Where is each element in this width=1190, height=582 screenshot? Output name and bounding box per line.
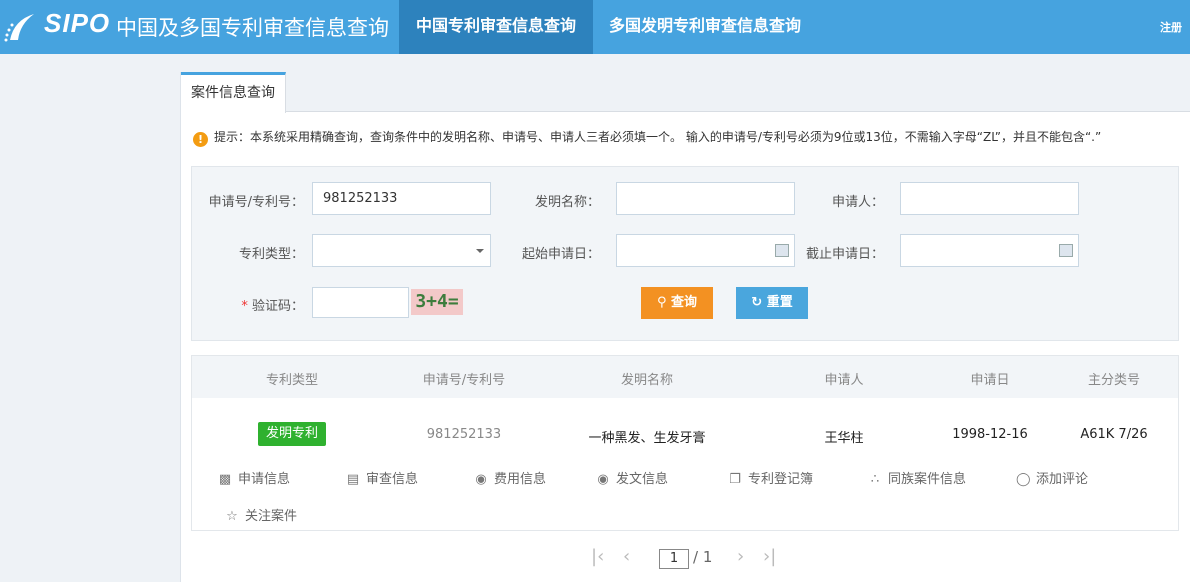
calendar-icon[interactable] [1059, 244, 1073, 257]
top-header: SIPO 中国及多国专利审查信息查询 中国专利审查信息查询 多国发明专利审查信息… [0, 0, 1190, 54]
title-input[interactable] [616, 182, 795, 215]
refresh-icon: ↻ [751, 295, 763, 310]
brand-name: SIPO [44, 8, 111, 38]
end-date-input[interactable] [900, 234, 1079, 267]
pagination: |‹ ‹ 1 / 1 › ›| [181, 534, 1190, 582]
document-icon: ▤ [346, 472, 360, 487]
action-follow-case[interactable]: ☆ 关注案件 [225, 505, 297, 524]
comment-icon: ◯ [1016, 472, 1031, 487]
type-label: 专利类型： [238, 247, 304, 262]
search-icon: ⚲ [656, 295, 667, 310]
start-date-input[interactable] [616, 234, 795, 267]
share-icon: ∴ [870, 472, 880, 487]
tab-case-query[interactable]: 案件信息查询 [181, 72, 286, 113]
column-header: 专利类型 [265, 373, 318, 388]
applicant-input[interactable] [900, 182, 1079, 215]
nav-tab-multi-country[interactable]: 多国发明专利审查信息查询 [593, 0, 817, 54]
copy-icon: ❐ [729, 472, 741, 487]
action-application-info[interactable]: ▩ 申请信息 [218, 468, 290, 487]
register-link[interactable]: 注册 [1160, 19, 1182, 35]
column-header: 发明名称 [620, 373, 673, 388]
reset-button-label: 重置 [766, 295, 793, 310]
last-page-icon[interactable]: ›| [763, 546, 776, 567]
next-page-icon[interactable]: › [737, 546, 744, 567]
app-no-label: 申请号/专利号： [208, 195, 304, 210]
nav-tab-china[interactable]: 中国专利审查信息查询 [399, 0, 593, 54]
tip-text: 提示：本系统采用精确查询，查询条件中的发明名称、申请号、申请人三者必须填一个。 … [214, 130, 1102, 144]
action-notice-info[interactable]: ◉ 发文信息 [596, 468, 668, 487]
prev-page-icon[interactable]: ‹ [623, 546, 630, 567]
calendar-icon[interactable] [775, 244, 789, 257]
database-icon: ◉ [597, 472, 609, 487]
site-title: 中国及多国专利审查信息查询 [116, 16, 389, 40]
action-register[interactable]: ❐ 专利登记簿 [728, 468, 813, 487]
search-button[interactable]: ⚲ 查询 [641, 287, 713, 319]
column-header: 主分类号 [1087, 373, 1140, 388]
captcha-image[interactable]: 3+4= [411, 289, 463, 315]
type-select[interactable] [312, 234, 491, 267]
cell-app-no[interactable]: 981252133 [404, 427, 524, 442]
tip-line: ! 提示：本系统采用精确查询，查询条件中的发明名称、申请号、申请人三者必须填一个。… [193, 128, 1101, 147]
first-page-icon[interactable]: |‹ [591, 546, 604, 567]
search-form: 申请号/专利号： 981252133 发明名称： 申请人： 专利类型： 起始申请… [191, 166, 1179, 341]
app-no-input[interactable]: 981252133 [312, 182, 491, 215]
column-header: 申请人 [824, 373, 864, 388]
patent-type-badge: 发明专利 [258, 422, 326, 446]
money-bag-icon: ◉ [475, 472, 487, 487]
page-input[interactable]: 1 [659, 549, 689, 569]
captcha-label: * 验证码： [202, 295, 304, 314]
table-header: 专利类型 申请号/专利号 发明名称 申请人 申请日 主分类号 [192, 356, 1178, 398]
cell-title: 一种黑发、生发牙膏 [588, 431, 706, 446]
warning-icon: ! [193, 132, 208, 147]
action-exam-info[interactable]: ▤ 审查信息 [346, 468, 418, 487]
chevron-down-icon [476, 249, 484, 253]
id-card-icon: ▩ [218, 472, 232, 487]
star-icon: ☆ [226, 509, 238, 524]
action-add-comment[interactable]: ◯ 添加评论 [1016, 468, 1088, 487]
search-button-label: 查询 [671, 295, 698, 310]
title-label: 发明名称： [534, 195, 600, 210]
end-date-label: 截止申请日： [805, 247, 884, 262]
page-total: / 1 [693, 548, 713, 566]
main-panel: 案件信息查询 ! 提示：本系统采用精确查询，查询条件中的发明名称、申请号、申请人三… [180, 72, 1190, 582]
cell-date: 1998-12-16 [952, 427, 1028, 442]
captcha-input[interactable] [312, 287, 409, 318]
column-header: 申请日 [970, 373, 1010, 388]
cell-ipc: A61K 7/26 [1080, 427, 1148, 442]
start-date-label: 起始申请日： [521, 247, 600, 262]
results-table: 专利类型 申请号/专利号 发明名称 申请人 申请日 主分类号 发明专利 9812… [191, 355, 1179, 531]
reset-button[interactable]: ↻ 重置 [736, 287, 808, 319]
column-header: 申请号/专利号 [422, 373, 506, 388]
action-fee-info[interactable]: ◉ 费用信息 [474, 468, 546, 487]
tab-bar: 案件信息查询 [181, 72, 1190, 113]
captcha-label-text: 验证码： [251, 299, 304, 314]
sipo-logo-icon [4, 14, 34, 42]
cell-applicant: 王华柱 [824, 431, 864, 446]
required-mark: * [241, 299, 248, 314]
action-family-info[interactable]: ∴ 同族案件信息 [868, 468, 966, 487]
applicant-label: 申请人： [831, 195, 884, 210]
